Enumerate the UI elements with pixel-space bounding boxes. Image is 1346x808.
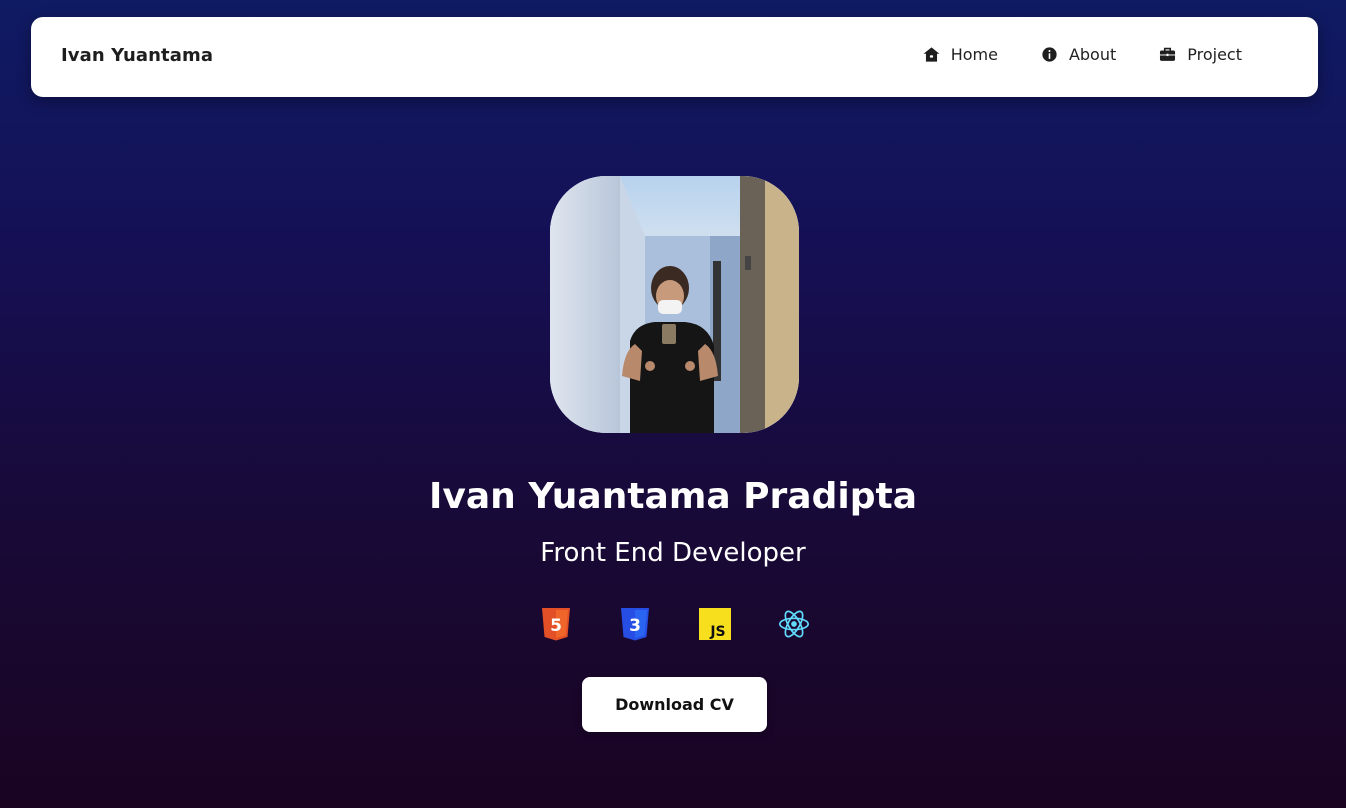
profile-photo (550, 176, 799, 433)
html5-label: 5 (550, 616, 562, 636)
nav-about-label: About (1068, 45, 1117, 64)
nav-home-label: Home (950, 45, 998, 64)
info-icon (1040, 45, 1059, 64)
home-icon (922, 45, 941, 64)
css3-icon: 3 (618, 606, 652, 642)
nav-project-label: Project (1187, 45, 1242, 64)
hero-role: Front End Developer (540, 538, 806, 568)
css3-label: 3 (629, 616, 641, 636)
javascript-label: JS (709, 624, 725, 640)
nav-links: Home About Project (922, 45, 1242, 64)
download-cv-button[interactable]: Download CV (582, 677, 767, 732)
nav-home-link[interactable]: Home (922, 45, 998, 64)
javascript-icon: JS (698, 606, 732, 642)
html5-icon: 5 (539, 606, 573, 642)
briefcase-icon (1158, 45, 1177, 64)
hero-name: Ivan Yuantama Pradipta (429, 476, 917, 517)
brand-title[interactable]: Ivan Yuantama (61, 45, 213, 66)
tech-stack: 5 3 JS (539, 606, 811, 642)
nav-about-link[interactable]: About (1040, 45, 1116, 64)
react-icon (777, 606, 811, 642)
nav-project-link[interactable]: Project (1158, 45, 1242, 64)
navbar: Ivan Yuantama Home About Project (31, 17, 1318, 97)
